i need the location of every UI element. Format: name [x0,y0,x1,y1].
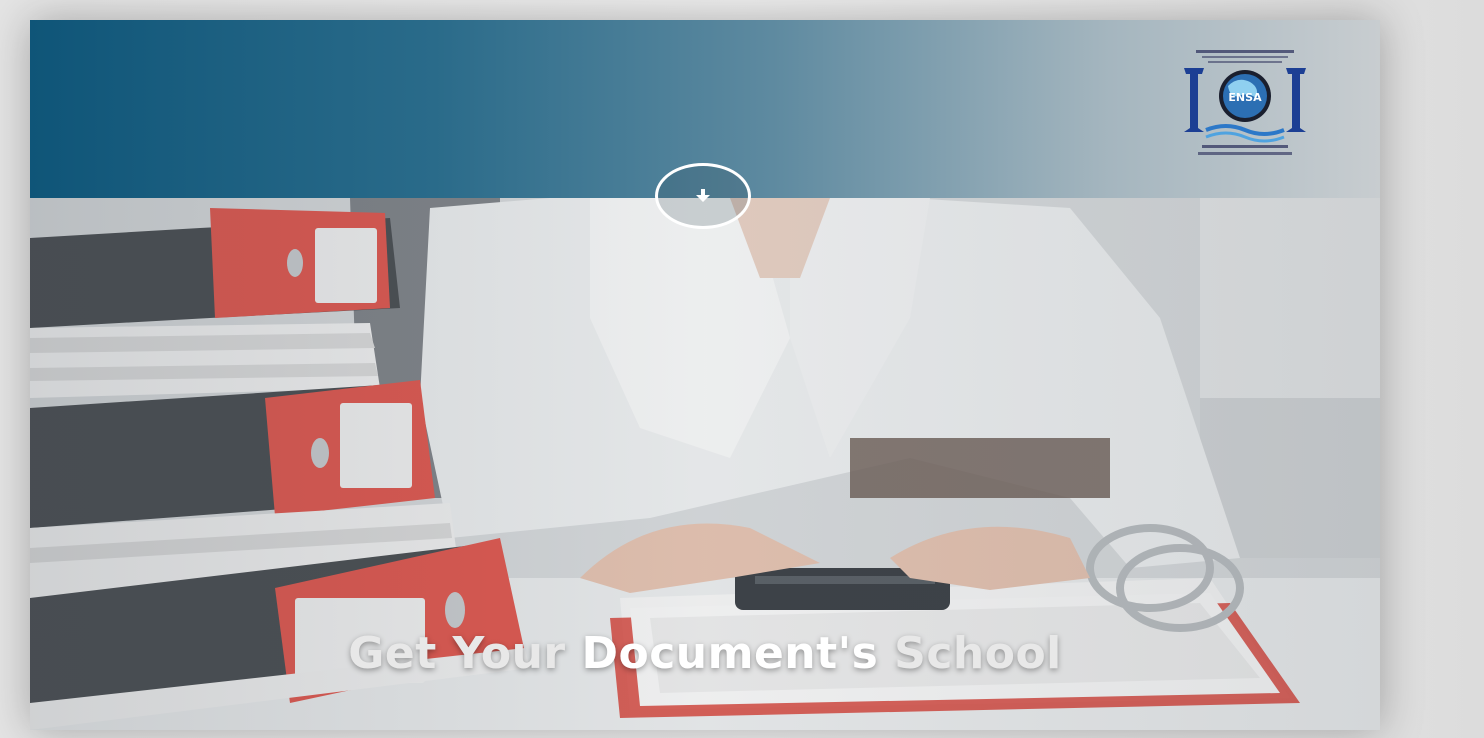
svg-text:ENSA: ENSA [1228,91,1262,104]
landing-frame: Get Your Document's School ENSA [30,20,1380,730]
ensa-logo: ENSA [1178,46,1312,160]
hero-overlay [30,198,1380,730]
hero-image: Get Your Document's School [30,198,1380,730]
scroll-down-button[interactable] [655,163,751,229]
arrow-down-icon [696,189,710,202]
ensa-logo-icon: ENSA [1184,50,1306,155]
